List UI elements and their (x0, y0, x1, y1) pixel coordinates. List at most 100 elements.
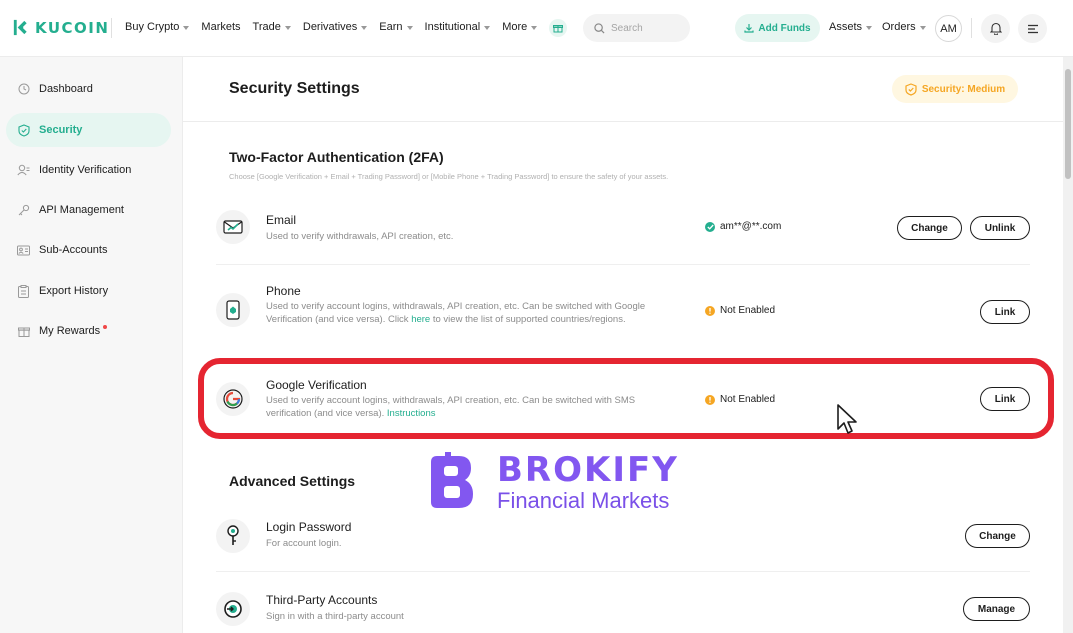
third-party-accounts-title: Third-Party Accounts (266, 593, 378, 607)
sidebar-item-dashboard[interactable]: Dashboard (6, 72, 171, 106)
phone-description-text: to view the list of supported countries/… (430, 314, 626, 325)
bell-icon (989, 22, 1002, 35)
add-funds-button[interactable]: Add Funds (735, 14, 820, 42)
hamburger-menu-icon (1027, 24, 1038, 33)
login-password-change-button[interactable]: Change (965, 524, 1030, 548)
chevron-down-icon (919, 25, 926, 30)
row-divider (216, 264, 1030, 265)
third-party-login-icon (216, 592, 250, 626)
key-icon (17, 204, 30, 217)
download-icon (744, 24, 754, 33)
sidebar-item-security[interactable]: Security (6, 113, 171, 147)
shield-icon (17, 123, 30, 137)
email-row: Email Used to verify withdrawals, API cr… (216, 207, 1030, 267)
google-verification-status: Not Enabled (705, 394, 775, 405)
nav-label: More (502, 21, 528, 33)
main-content: Security Settings Security: Medium Two-F… (183, 57, 1063, 633)
twofa-section-description: Choose [Google Verification + Email + Tr… (229, 172, 669, 181)
login-password-description: For account login. (266, 538, 342, 549)
phone-row: Phone Used to verify account logins, wit… (216, 279, 1030, 344)
search-box[interactable] (583, 14, 690, 42)
sidebar-item-sub-accounts[interactable]: Sub-Accounts (6, 233, 171, 267)
avatar[interactable]: AM (935, 15, 962, 42)
sidebar-item-export-history[interactable]: Export History (6, 274, 171, 308)
search-input[interactable] (611, 22, 681, 34)
warning-icon (705, 305, 715, 316)
nav-institutional[interactable]: Institutional (425, 21, 491, 33)
google-link-button[interactable]: Link (980, 387, 1030, 411)
google-status-value: Not Enabled (720, 394, 776, 405)
sidebar-item-identity-verification[interactable]: Identity Verification (6, 153, 171, 187)
sidebar-item-label: Identity Verification (39, 164, 132, 176)
phone-description: Used to verify account logins, withdrawa… (266, 300, 656, 326)
login-password-title: Login Password (266, 520, 352, 534)
sidebar-item-label: Export History (39, 285, 109, 297)
orders-label: Orders (882, 21, 916, 33)
sidebar-item-label: Sub-Accounts (39, 244, 108, 256)
email-status-value: am**@**.com (720, 221, 782, 232)
nav-label: Trade (252, 21, 281, 33)
page-scrollbar[interactable] (1063, 57, 1073, 633)
nav-derivatives[interactable]: Derivatives (302, 21, 368, 33)
chevron-down-icon (484, 25, 491, 30)
chevron-down-icon (183, 25, 190, 30)
gift-button[interactable] (549, 19, 567, 37)
email-description: Used to verify withdrawals, API creation… (266, 231, 454, 242)
google-description-text: Used to verify account logins, withdrawa… (266, 395, 636, 419)
nav-label: Derivatives (302, 21, 358, 33)
sidebar-item-my-rewards[interactable]: My Rewards (6, 314, 171, 348)
nav-label: Markets (201, 21, 241, 33)
row-divider (216, 571, 1030, 572)
user-icon (17, 164, 30, 177)
gift-icon (553, 25, 563, 33)
nav-orders[interactable]: Orders (882, 21, 926, 33)
chevron-down-icon (284, 25, 291, 30)
gift-icon (17, 325, 30, 338)
google-authenticator-icon (216, 382, 250, 416)
check-circle-icon (705, 221, 715, 232)
sidebar-item-api-management[interactable]: API Management (6, 193, 171, 227)
brand-name: KUCOIN (35, 18, 110, 37)
phone-link-button[interactable]: Link (980, 300, 1030, 324)
security-level-label: Security: Medium (921, 83, 1006, 95)
login-password-row: Login Password For account login. Change (216, 517, 1030, 567)
menu-button[interactable] (1018, 14, 1047, 43)
warning-icon (705, 394, 715, 405)
third-party-accounts-row: Third-Party Accounts Sign in with a thir… (216, 590, 1030, 630)
third-party-manage-button[interactable]: Manage (963, 597, 1030, 621)
email-title: Email (266, 213, 297, 227)
google-verification-title: Google Verification (266, 378, 367, 392)
clock-icon (17, 83, 30, 96)
row-divider (216, 360, 1030, 361)
divider (183, 121, 1063, 122)
security-level-badge: Security: Medium (892, 75, 1018, 103)
phone-icon (216, 293, 250, 327)
nav-label: Earn (379, 21, 403, 33)
nav-divider (111, 18, 112, 38)
clipboard-icon (17, 284, 30, 298)
notifications-button[interactable] (981, 14, 1010, 43)
email-change-button[interactable]: Change (897, 216, 962, 240)
nav-buy-crypto[interactable]: Buy Crypto (125, 21, 190, 33)
nav-more[interactable]: More (502, 21, 538, 33)
chevron-down-icon (531, 25, 538, 30)
nav-assets[interactable]: Assets (829, 21, 873, 33)
main-menu: Buy Crypto Markets Trade Derivatives Ear… (125, 21, 538, 33)
add-funds-label: Add Funds (758, 22, 811, 34)
page-title: Security Settings (229, 80, 360, 97)
email-unlink-button[interactable]: Unlink (970, 216, 1030, 240)
notification-dot (103, 325, 108, 329)
instructions-link[interactable]: Instructions (387, 408, 436, 419)
password-key-icon (216, 519, 250, 553)
scrollbar-thumb[interactable] (1065, 69, 1071, 179)
third-party-accounts-description: Sign in with a third-party account (266, 611, 404, 622)
nav-trade[interactable]: Trade (253, 21, 291, 33)
nav-markets[interactable]: Markets (201, 21, 240, 33)
twofa-section-title: Two-Factor Authentication (2FA) (229, 149, 444, 165)
sidebar-item-label: Security (39, 124, 83, 136)
phone-status: Not Enabled (705, 305, 775, 316)
nav-earn[interactable]: Earn (379, 21, 413, 33)
kucoin-logo[interactable]: KUCOIN (11, 18, 109, 37)
supported-regions-link[interactable]: here (411, 314, 430, 325)
search-icon (594, 22, 605, 34)
